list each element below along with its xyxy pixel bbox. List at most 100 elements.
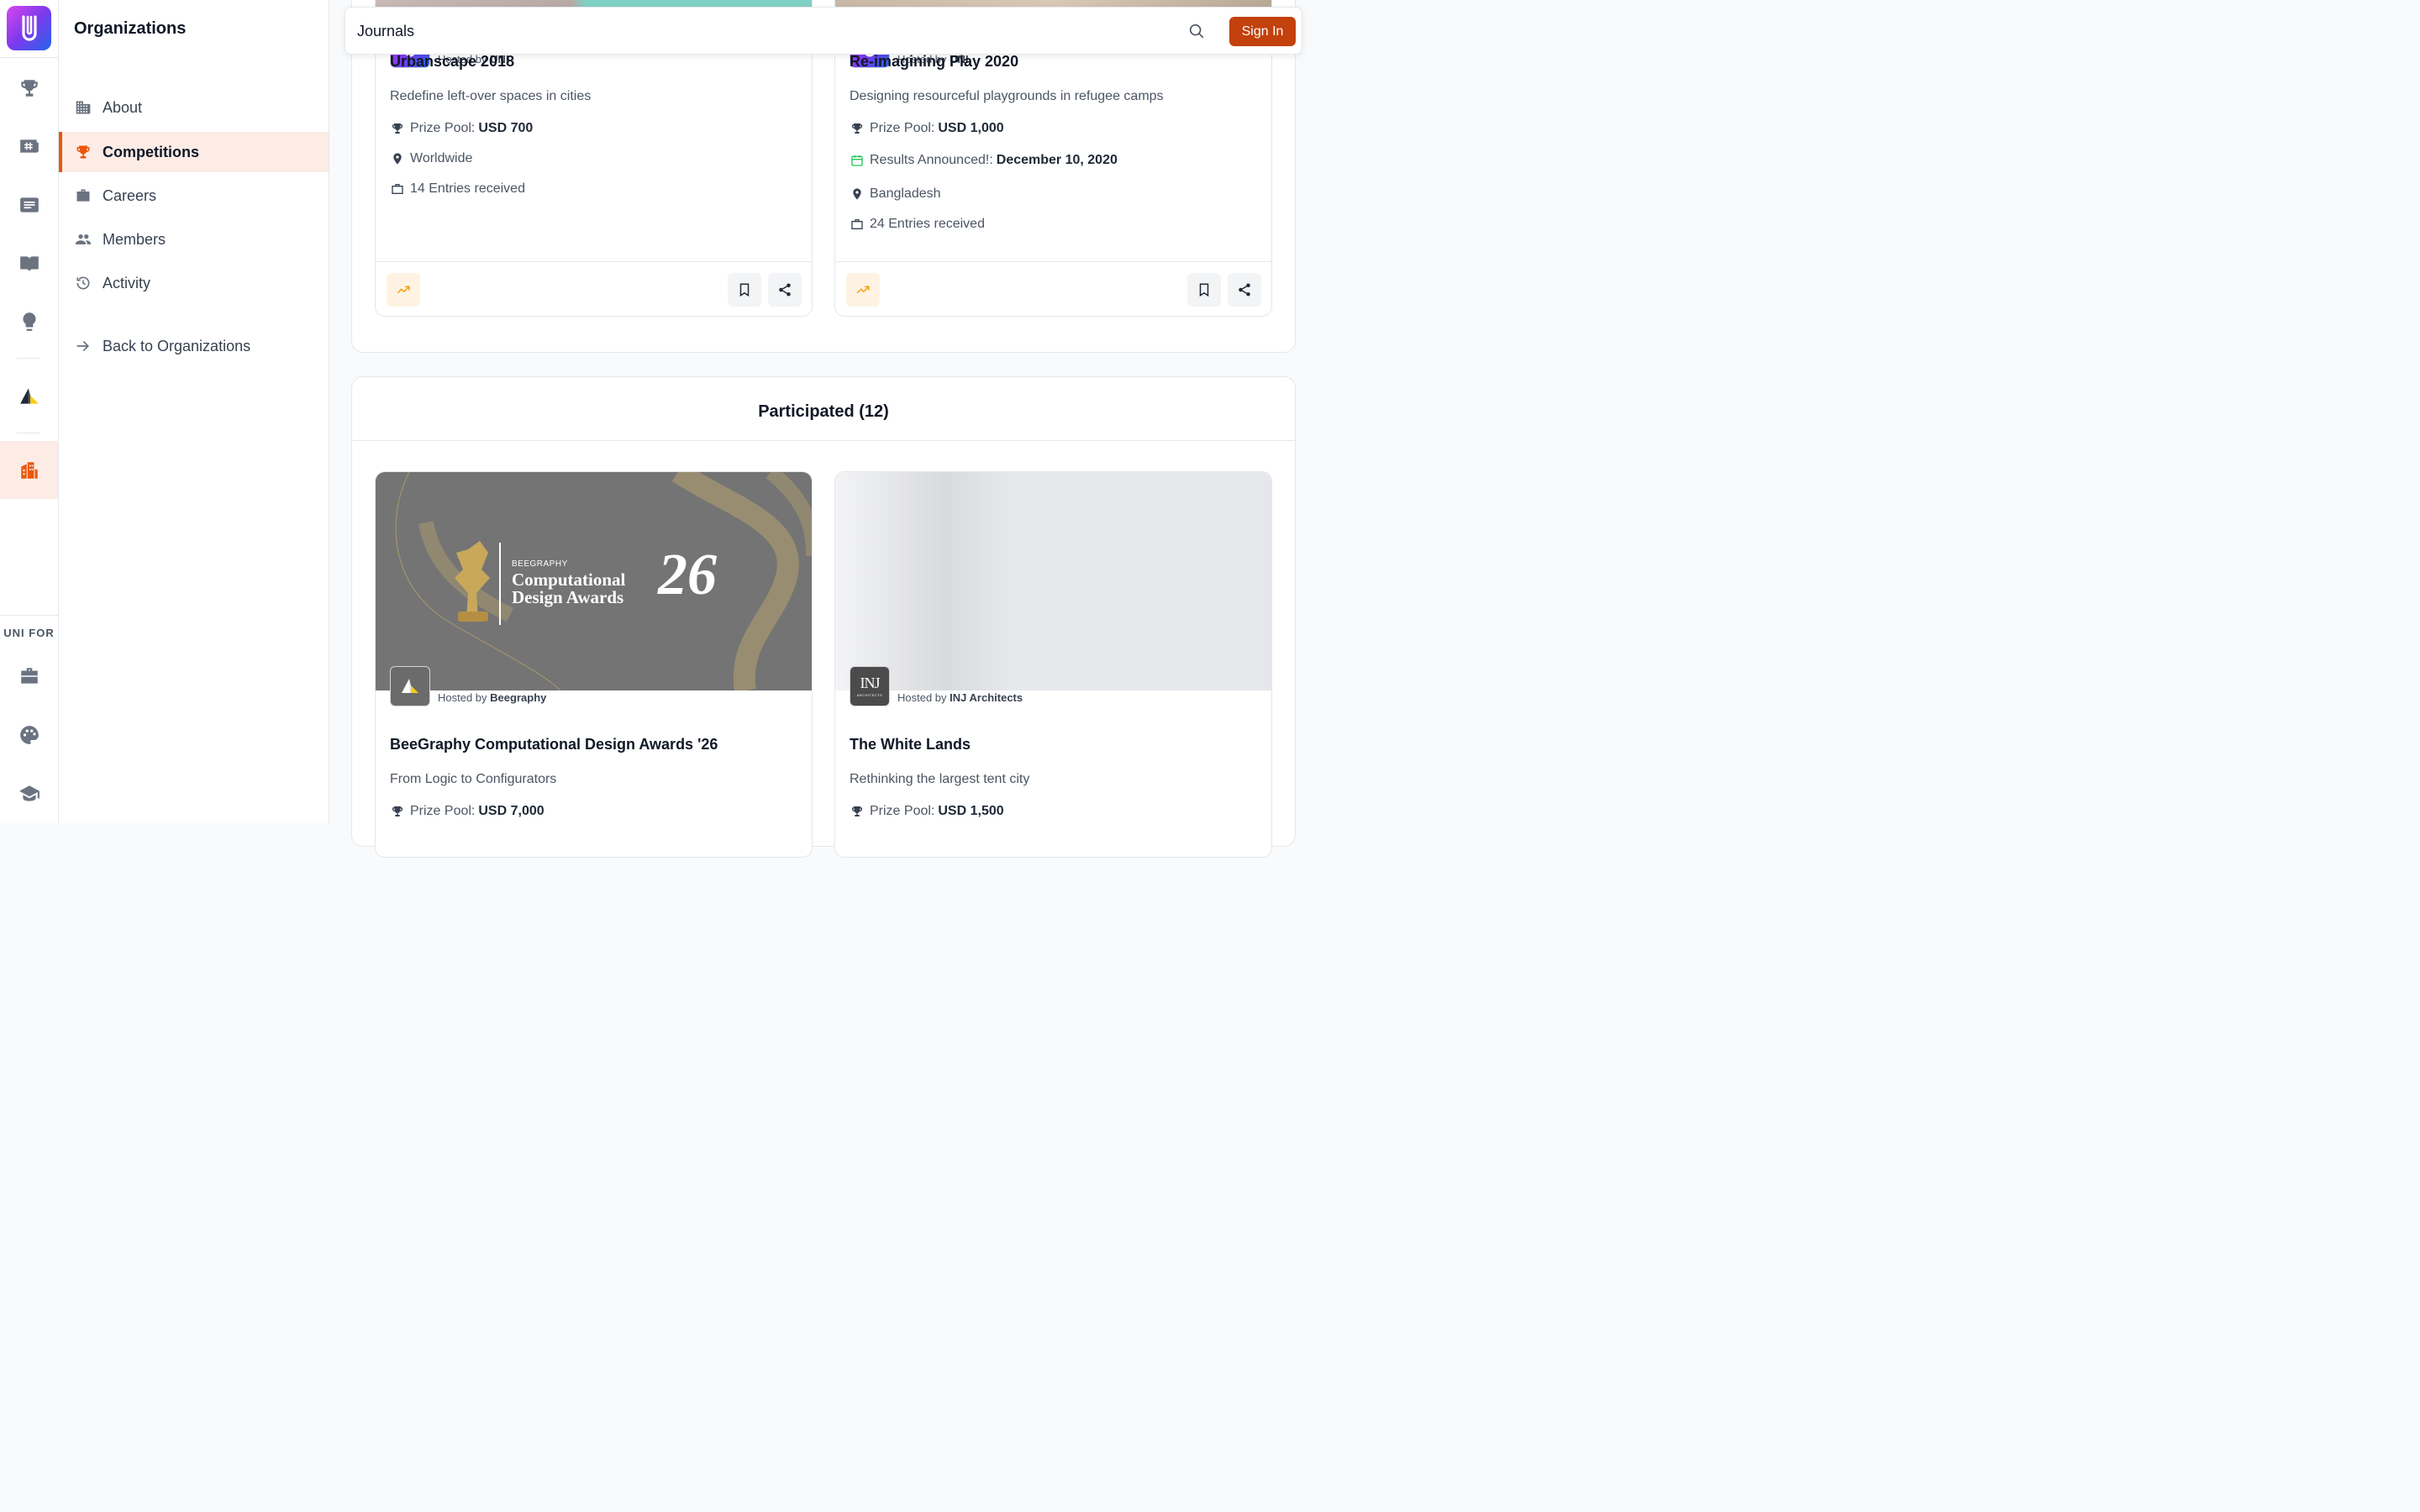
host-line: Hosted by Beegraphy [438,691,547,704]
newspaper-icon [19,197,39,213]
briefcase-icon [74,186,92,205]
entries-row: 14 Entries received [390,181,525,197]
location-pin-icon [850,186,865,202]
host-line: Hosted by INJ Architects [897,691,1023,704]
competition-cover-placeholder [835,472,1271,690]
lightbulb-icon [22,312,36,331]
rail-journals[interactable] [0,181,58,228]
competition-description: Rethinking the largest tent city [850,772,1030,786]
bookmark-button[interactable] [1187,273,1221,307]
prize-row: Prize Pool: USD 1,500 [850,804,1004,819]
banner-brand: BEEGRAPHY [512,559,568,569]
trending-button[interactable] [387,273,420,307]
results-row: Results Announced!: December 10, 2020 [850,153,1118,168]
rail-business[interactable] [0,653,58,700]
banner-number: 26 [658,543,717,607]
trophy-icon [850,121,865,136]
trophy-icon [74,143,92,161]
people-icon [74,230,92,249]
briefcase-outline-icon [390,181,405,197]
sidebar-item-competitions[interactable]: Competitions [59,132,329,172]
competition-description: Designing resourceful playgrounds in ref… [850,89,1164,103]
trending-button[interactable] [846,273,880,307]
history-icon [74,274,92,292]
competition-title[interactable]: BeeGraphy Computational Design Awards '2… [390,736,718,753]
competition-title[interactable]: Re-imagining Play 2020 [850,53,1018,71]
sign-in-button[interactable]: Sign In [1229,17,1296,46]
trending-up-icon [397,286,410,294]
calendar-icon [850,153,865,168]
sidebar-title: Organizations [74,19,187,38]
graduation-cap-icon [18,785,39,801]
rail-beegraphy[interactable] [0,373,58,420]
rail-ideas[interactable] [0,298,58,345]
buildings-icon [20,461,38,479]
trophy-icon [390,121,405,136]
trending-up-icon [856,286,870,294]
share-icon [779,283,791,297]
location-row: Worldwide [390,151,472,166]
prize-row: Prize Pool: USD 1,000 [850,121,1004,136]
participated-panel: Participated (12) BEEGRAPHY Computationa… [351,376,1296,858]
open-book-icon [19,256,39,272]
rail-library[interactable] [0,240,58,287]
uni-logo-icon [21,14,37,41]
rail-creators[interactable] [0,711,58,759]
rail-organizations[interactable] [0,441,58,499]
location-pin-icon [390,151,405,166]
location-row: Bangladesh [850,186,941,202]
sidebar-item-members[interactable]: Members [59,219,329,260]
rail-section-label: UNI FOR [3,627,55,639]
host-logo: INJ ARCHITECTS [850,666,890,706]
share-button[interactable] [768,273,802,307]
competition-title[interactable]: Urbanscape 2018 [390,53,514,71]
rail-jobs[interactable] [0,123,58,170]
bookmark-button[interactable] [728,273,761,307]
sidebar-item-careers[interactable]: Careers [59,176,329,216]
prize-row: Prize Pool: USD 700 [390,121,533,136]
competition-cover-image: BEEGRAPHY Computational Design Awards 26 [376,472,812,690]
search-icon[interactable] [1187,22,1206,40]
trophy-icon [850,804,865,819]
uni-logo[interactable] [7,6,51,50]
participated-title: Participated (12) [758,402,889,421]
prize-row: Prize Pool: USD 7,000 [390,804,544,819]
sidebar-item-label: Careers [103,186,157,204]
briefcase-icon [20,668,38,684]
trophy-icon [20,80,38,97]
sidebar-item-about[interactable]: About [59,87,329,128]
banner-title: Computational Design Awards [512,570,626,607]
rail-competitions[interactable] [0,65,58,112]
hashtag-board-icon [19,139,39,153]
sidebar-item-label: Activity [103,274,151,291]
palette-icon [19,726,39,744]
host-logo [390,666,430,706]
sidebar-item-label: Members [103,230,166,248]
beegraphy-icon [402,679,418,693]
briefcase-outline-icon [850,217,865,232]
beegraphy-icon [19,388,39,404]
organization-sidebar: Organizations About Competitions Careers… [59,0,329,823]
back-to-organizations-link[interactable]: Back to Organizations [59,326,329,366]
entries-row: 24 Entries received [850,217,985,232]
competition-title[interactable]: The White Lands [850,736,971,753]
building-icon [74,98,92,117]
bookmark-icon [739,283,750,297]
competition-card[interactable]: BEEGRAPHY Computational Design Awards 26… [375,471,813,858]
share-button[interactable] [1228,273,1261,307]
search-input[interactable]: Journals [357,23,414,40]
bookmark-icon [1199,283,1209,297]
back-label: Back to Organizations [103,337,251,354]
competition-description: From Logic to Configurators [390,772,557,786]
arrow-right-icon [74,337,92,355]
rail-students[interactable] [0,770,58,817]
competition-card[interactable]: INJ ARCHITECTS Hosted by INJ Architects … [834,471,1272,858]
share-icon [1239,283,1250,297]
card-footer [835,261,1271,316]
sidebar-item-label: Competitions [103,143,199,160]
sidebar-item-label: About [103,98,143,116]
icon-rail: UNI FOR [0,0,59,823]
sidebar-item-activity[interactable]: Activity [59,263,329,303]
top-search-bar: Journals Sign In [345,7,1302,55]
competition-description: Redefine left-over spaces in cities [390,89,592,103]
